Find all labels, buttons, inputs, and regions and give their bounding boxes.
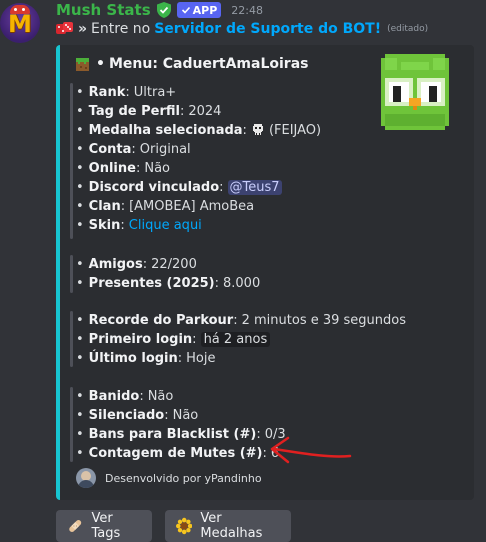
field-medalha: • Medalha selecionada: (FEIJAO) [76, 122, 322, 138]
profile-embed: • Menu: CaduertAmaLoiras • Rank: Ultra+ • T… [56, 45, 474, 500]
quote-bar [70, 83, 73, 239]
embed-footer: Desenvolvido por yPandinho [76, 468, 262, 488]
field-recorde-parkour: • Recorde do Parkour:2 minutos e 39 segun… [76, 312, 407, 328]
annotation-arrow-icon [270, 436, 352, 464]
embed-title: • Menu: CaduertAmaLoiras [76, 56, 308, 72]
line-prefix: » [78, 21, 88, 37]
verified-shield-icon [156, 2, 171, 18]
embed-title-text: Menu: CaduertAmaLoiras [108, 56, 309, 72]
edited-label: (editado) [387, 24, 429, 34]
field-skin: • Skin: Clique aqui [76, 217, 202, 233]
field-clan: • Clan: [AMOBEA] AmoBea [76, 198, 255, 214]
field-primeiro-login: • Primeiro login: há 2 anos [76, 330, 271, 348]
app-tag: APP [176, 2, 222, 18]
quote-bar [70, 387, 73, 462]
support-server-link[interactable]: Servidor de Suporte do BOT! [154, 21, 381, 37]
footer-text: Desenvolvido por yPandinho [105, 471, 262, 485]
ver-medalhas-label: Ver Medalhas [200, 511, 263, 541]
field-presentes: • Presentes (2025):8.000 [76, 275, 261, 291]
skull-medal-icon [252, 124, 263, 135]
field-bans-blacklist: • Bans para Blacklist (#):0/3 [76, 426, 286, 442]
field-discord-vinculado: • Discord vinculado: @Teus7 [76, 179, 282, 195]
field-silenciado: • Silenciado: Não [76, 407, 199, 423]
title-bullet: • [96, 56, 105, 72]
field-ultimo-login: • Último login: Hoje [76, 350, 216, 366]
field-amigos: • Amigos:22/200 [76, 256, 197, 272]
bot-avatar[interactable]: M [0, 3, 40, 43]
mush-logo: M [8, 10, 32, 38]
dice-icon [56, 22, 73, 34]
discord-mention[interactable]: @Teus7 [227, 179, 282, 195]
ver-medalhas-button[interactable]: Ver Medalhas [165, 510, 291, 542]
bandage-icon [69, 520, 82, 532]
timestamp[interactable]: 22:48 [231, 4, 263, 17]
developer-avatar [76, 468, 96, 488]
skin-link[interactable]: Clique aqui [129, 218, 202, 233]
message-content: » Entre no Servidor de Suporte do BOT! (… [56, 21, 428, 37]
player-skin-thumbnail[interactable] [381, 53, 449, 131]
quote-bar [70, 311, 73, 367]
message-header: Mush Stats APP 22:48 [56, 0, 263, 20]
ver-tags-label: Ver Tags [91, 511, 121, 541]
ver-tags-button[interactable]: Ver Tags [56, 510, 152, 542]
sunflower-icon [176, 517, 193, 535]
field-contagem-mutes: • Contagem de Mutes (#):6 [76, 445, 280, 461]
field-tag-de-perfil: • Tag de Perfil:2024 [76, 103, 222, 119]
field-banido: • Banido: Não [76, 388, 174, 404]
quote-bar [70, 255, 73, 293]
app-tag-label: APP [192, 3, 218, 17]
username[interactable]: Mush Stats [56, 1, 151, 19]
field-online: • Online: Não [76, 160, 171, 176]
field-rank: • Rank: Ultra+ [76, 84, 177, 100]
grass-block-icon [76, 57, 89, 71]
line-text: Entre no [91, 21, 151, 37]
field-conta: • Conta: Original [76, 141, 191, 157]
check-icon [181, 6, 190, 14]
